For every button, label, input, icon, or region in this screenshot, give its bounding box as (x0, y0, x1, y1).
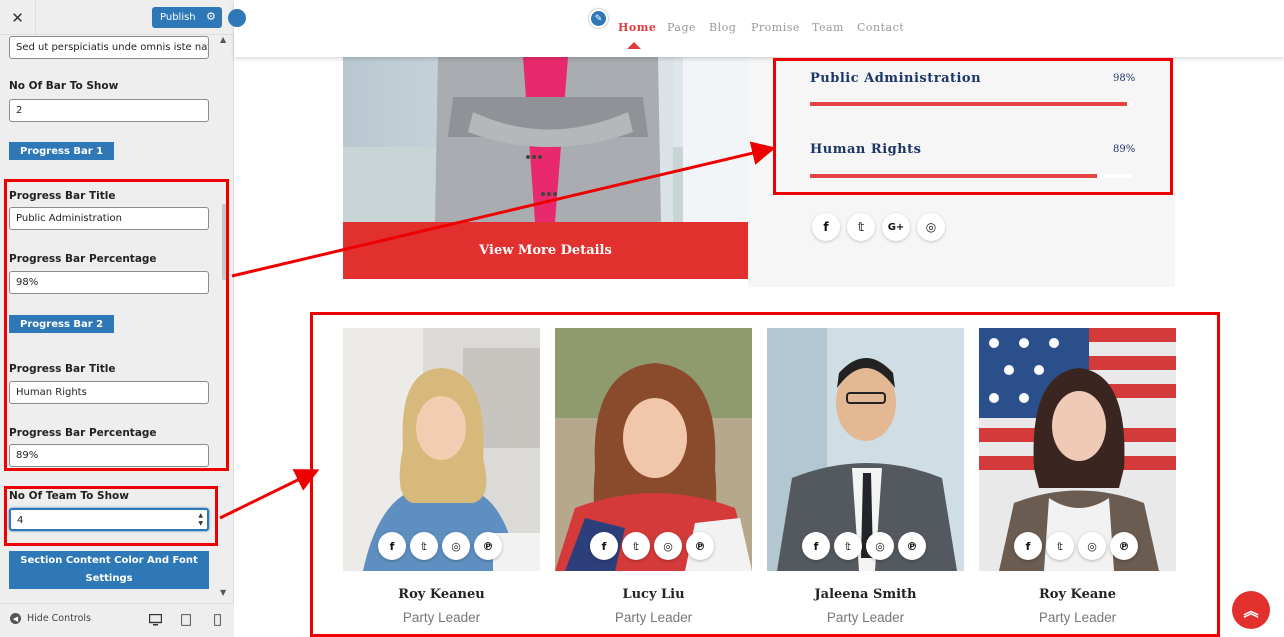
customizer-controls[interactable]: Sed ut perspiciatis unde omnis iste natu… (0, 35, 234, 603)
team-social-links: f 𝕥 ◎ ℗ (378, 532, 502, 560)
nav-blog[interactable]: Blog (709, 21, 736, 34)
team-social-links: f 𝕥 ◎ ℗ (590, 532, 714, 560)
nav-page[interactable]: Page (667, 21, 696, 34)
progress-bar-1-percent-field[interactable]: 98% (9, 271, 209, 294)
twitter-icon[interactable]: 𝕥 (410, 532, 438, 560)
progress-bar-2-title-label: Progress Bar Title (9, 363, 116, 375)
twitter-icon[interactable]: 𝕥 (622, 532, 650, 560)
pinterest-icon[interactable]: ℗ (1110, 532, 1138, 560)
customizer-footer: ◀ Hide Controls (0, 603, 234, 637)
progress-bar-track (810, 174, 1133, 178)
team-social-links: f 𝕥 ◎ ℗ (1014, 532, 1138, 560)
team-member-role: Party Leader (402, 610, 481, 625)
nav-home[interactable]: Home (618, 21, 656, 34)
publish-label: Publish (160, 12, 196, 23)
facebook-icon[interactable]: f (590, 532, 618, 560)
customizer-sidebar: ✕ Publish ⚙ Sed ut perspiciatis unde omn… (0, 0, 234, 637)
pinterest-icon[interactable]: ℗ (686, 532, 714, 560)
scroll-down-icon[interactable]: ▼ (220, 588, 226, 597)
section-color-font-settings-button[interactable]: Section Content Color And Font Settings (9, 551, 209, 589)
pinterest-icon[interactable]: ℗ (898, 532, 926, 560)
customizer-header: ✕ Publish ⚙ (0, 0, 234, 35)
team-member-role: Party Leader (614, 610, 693, 625)
team-social-links: f 𝕥 ◎ ℗ (802, 532, 926, 560)
progress-bar-fill (810, 102, 1127, 106)
team-card: f 𝕥 ◎ ℗ Roy Keaneu Party Leader (343, 328, 540, 628)
facebook-icon[interactable]: f (802, 532, 830, 560)
progress-bar-track (810, 102, 1133, 106)
team-count-value: 4 (17, 515, 24, 526)
progress-bar-fill (810, 174, 1098, 178)
skills-panel: Public Administration 98% Human Rights 8… (748, 57, 1175, 287)
scroll-up-icon[interactable]: ▲ (220, 35, 226, 44)
nav-team[interactable]: Team (812, 21, 844, 34)
customizer-edit-shortcut[interactable] (228, 9, 246, 27)
team-count-stepper[interactable]: 4 ▲ ▼ (9, 508, 209, 531)
team-member-role: Party Leader (1038, 610, 1117, 625)
progress-bar-2-percent-label: Progress Bar Percentage (9, 427, 157, 439)
facebook-icon[interactable]: f (1014, 532, 1042, 560)
close-customizer-button[interactable]: ✕ (0, 0, 36, 35)
team-card: f 𝕥 ◎ ℗ Lucy Liu Party Leader (555, 328, 752, 628)
progress-bar-1-percent-label: Progress Bar Percentage (9, 253, 157, 265)
team-count-label: No Of Team To Show (9, 490, 129, 502)
progress-bar-title: Human Rights (810, 142, 922, 157)
stepper-arrows-icon[interactable]: ▲ ▼ (198, 512, 203, 528)
progress-bar-1-heading: Progress Bar 1 (9, 142, 115, 160)
pencil-icon[interactable]: ✎ (589, 9, 608, 28)
active-nav-indicator (627, 42, 641, 49)
bar-count-field[interactable]: 2 (9, 99, 209, 122)
pinterest-icon[interactable]: ℗ (474, 532, 502, 560)
progress-bar-1-title-label: Progress Bar Title (9, 190, 116, 202)
publish-button[interactable]: Publish ⚙ (152, 7, 222, 28)
team-member-name: Roy Keaneu (398, 587, 485, 602)
progress-bar-percent: 98% (1113, 73, 1136, 84)
hide-controls-label: Hide Controls (27, 613, 91, 624)
team-member-role: Party Leader (826, 610, 905, 625)
facebook-icon[interactable]: f (378, 532, 406, 560)
team-card: f 𝕥 ◎ ℗ Jaleena Smith Party Leader (767, 328, 964, 628)
instagram-icon[interactable]: ◎ (1078, 532, 1106, 560)
progress-bar-2-heading: Progress Bar 2 (9, 315, 115, 333)
google-plus-icon[interactable]: G+ (882, 213, 910, 241)
progress-bar-percent: 89% (1113, 144, 1136, 155)
progress-bar-1-title-field[interactable]: Public Administration (9, 207, 209, 230)
mobile-preview-icon[interactable] (213, 613, 222, 629)
team-card: f 𝕥 ◎ ℗ Roy Keane Party Leader (979, 328, 1176, 628)
instagram-icon[interactable]: ◎ (442, 532, 470, 560)
site-preview: ✎ Home Page Blog Promise Team Contact Vi… (228, 0, 1284, 637)
gear-icon[interactable]: ⚙ (206, 10, 216, 23)
sidebar-scrollbar[interactable]: ▲ ▼ (220, 35, 230, 603)
collapse-arrow-icon: ◀ (10, 613, 21, 624)
scrollbar-thumb[interactable] (222, 204, 227, 280)
instagram-icon[interactable]: ◎ (866, 532, 894, 560)
leader-photo (343, 57, 748, 222)
nav-contact[interactable]: Contact (857, 21, 904, 34)
progress-bar-2-percent-field[interactable]: 89% (9, 444, 209, 467)
instagram-icon[interactable]: ◎ (917, 213, 945, 241)
progress-bar-2-title-field[interactable]: Human Rights (9, 381, 209, 404)
close-icon: ✕ (11, 8, 24, 27)
content-text-field[interactable]: Sed ut perspiciatis unde omnis iste natu (9, 36, 209, 59)
double-chevron-up-icon: ︽ (1243, 601, 1259, 620)
team-member-name: Jaleena Smith (814, 587, 917, 602)
team-member-name: Lucy Liu (622, 587, 685, 602)
progress-bar-title: Public Administration (810, 71, 982, 86)
hide-controls-button[interactable]: ◀ Hide Controls (10, 613, 91, 624)
scroll-to-top-button[interactable]: ︽ (1232, 591, 1270, 629)
view-more-details-button[interactable]: View More Details (343, 222, 748, 279)
nav-promise[interactable]: Promise (751, 21, 800, 34)
bar-count-label: No Of Bar To Show (9, 80, 119, 92)
tablet-preview-icon[interactable] (180, 613, 192, 629)
twitter-icon[interactable]: 𝕥 (1046, 532, 1074, 560)
desktop-preview-icon[interactable] (148, 613, 163, 629)
twitter-icon[interactable]: 𝕥 (834, 532, 862, 560)
top-navigation: ✎ Home Page Blog Promise Team Contact (228, 0, 1284, 57)
instagram-icon[interactable]: ◎ (654, 532, 682, 560)
twitter-icon[interactable]: 𝕥 (847, 213, 875, 241)
facebook-icon[interactable]: f (812, 213, 840, 241)
team-member-name: Roy Keane (1039, 587, 1116, 602)
